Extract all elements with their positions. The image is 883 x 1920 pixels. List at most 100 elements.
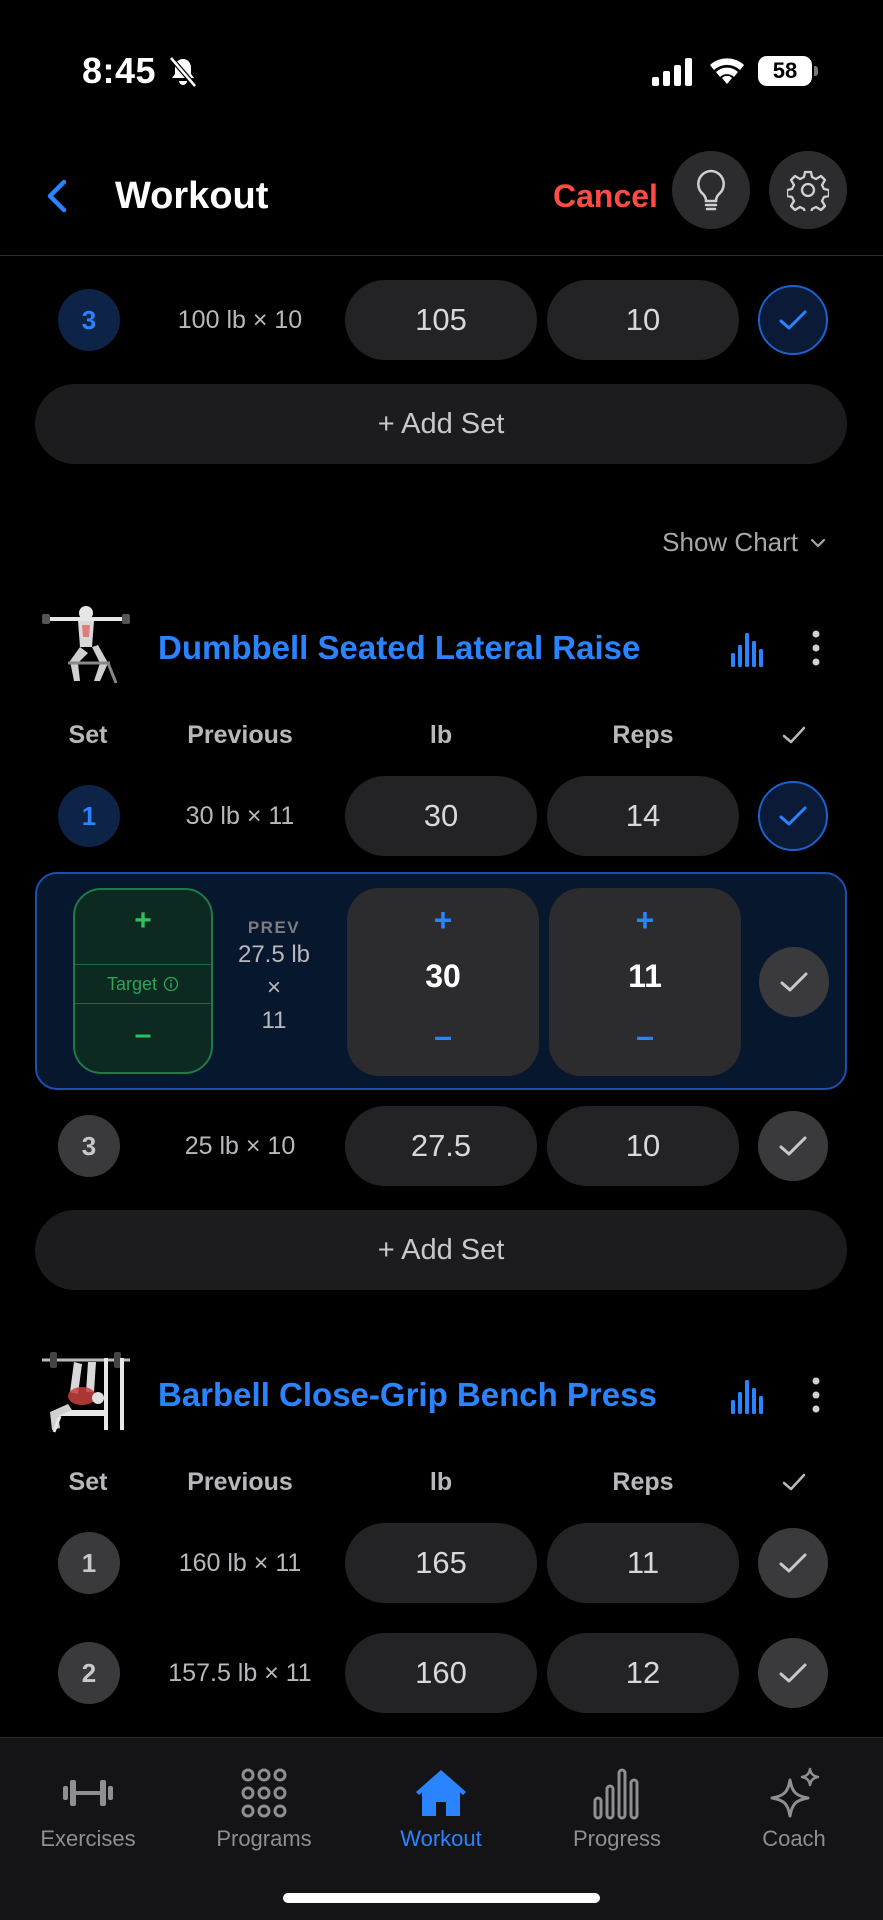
weight-input[interactable]: 30 [345,776,537,856]
reps-value[interactable]: 11 [549,958,741,995]
exercise-chart-icon[interactable] [730,1376,764,1414]
weight-decrease-button[interactable]: – [347,1018,539,1055]
reps-input[interactable]: 12 [547,1633,739,1713]
checkmark-icon [779,1136,807,1156]
tab-workout[interactable]: Workout [353,1766,529,1876]
weight-input[interactable]: 160 [345,1633,537,1713]
home-indicator [283,1893,600,1903]
col-previous: Previous [187,1468,293,1496]
col-check [780,710,808,760]
checkmark-icon [779,1663,807,1683]
weight-input[interactable]: 165 [345,1523,537,1603]
tab-label: Programs [216,1826,312,1851]
exercise-name-link[interactable]: Barbell Close-Grip Bench Press [158,1340,657,1450]
lightbulb-icon [697,169,725,211]
reps-increase-button[interactable]: + [549,902,741,939]
set-number[interactable]: 3 [58,1115,120,1177]
lateral-raise-illustration[interactable] [38,601,134,697]
tab-bar: Exercises Programs Workout Progress Coac… [0,1737,883,1920]
set-row: 3 100 lb × 10 105 10 [0,280,883,360]
reps-input[interactable]: 10 [547,280,739,360]
set-row: 1 30 lb × 11 30 14 [0,776,883,856]
weight-input[interactable]: 27.5 [345,1106,537,1186]
battery-indicator: 58 [758,56,818,86]
status-bar: 8:45 58 [0,0,883,140]
back-chevron-icon[interactable] [40,168,76,224]
prev-caption: PREV [247,918,301,937]
complete-set-button[interactable] [758,285,828,355]
column-headers: Set Previous lb Reps [0,710,883,760]
set-row: 3 25 lb × 10 27.5 10 [0,1106,883,1186]
col-set: Set [68,1468,108,1496]
weight-value[interactable]: 30 [347,958,539,995]
tab-exercises[interactable]: Exercises [0,1766,176,1876]
tab-label: Coach [762,1826,826,1851]
tips-button[interactable] [672,151,750,229]
battery-level: 58 [758,56,812,86]
show-chart-toggle[interactable]: Show Chart [662,527,826,558]
tab-programs[interactable]: Programs [176,1766,352,1876]
battery-tip [814,66,818,76]
prev-times: × [266,974,281,1001]
weight-increase-button[interactable]: + [347,902,539,939]
workout-content[interactable]: 3 100 lb × 10 105 10 + Add Set Show Char… [0,257,883,1737]
previous-value: 100 lb × 10 [177,306,303,334]
exercise-chart-icon[interactable] [730,629,764,667]
target-increase-button[interactable]: + [75,904,211,938]
checkmark-icon [779,310,807,330]
previous-value: 30 lb × 11 [185,802,295,830]
col-reps: Reps [612,721,674,749]
tab-progress[interactable]: Progress [529,1766,705,1876]
show-chart-label: Show Chart [662,527,798,557]
target-label-row[interactable]: Target [75,964,211,1004]
set-number[interactable]: 2 [58,1642,120,1704]
checkmark-icon [782,1473,806,1491]
bell-slash-icon [169,56,197,88]
reps-input[interactable]: 11 [547,1523,739,1603]
set-number[interactable]: 1 [58,785,120,847]
exercise-header: Barbell Close-Grip Bench Press [0,1340,883,1450]
complete-set-button[interactable] [758,1528,828,1598]
add-set-button[interactable]: + Add Set [35,384,847,464]
dumbbell-icon [63,1780,113,1806]
prev-weight: 27.5 lb [237,941,311,968]
complete-set-button[interactable] [758,781,828,851]
add-set-button[interactable]: + Add Set [35,1210,847,1290]
more-options-icon[interactable] [803,1374,829,1416]
exercise-header: Dumbbell Seated Lateral Raise [0,593,883,703]
set-number[interactable]: 3 [58,289,120,351]
exercise-name-link[interactable]: Dumbbell Seated Lateral Raise [158,593,640,703]
reps-stepper: + 11 – [549,888,741,1076]
complete-set-button[interactable] [759,947,829,1017]
bench-press-illustration[interactable] [38,1348,134,1444]
reps-decrease-button[interactable]: – [549,1018,741,1055]
col-reps: Reps [612,1468,674,1496]
target-decrease-button[interactable]: – [75,1018,211,1052]
checkmark-icon [779,1553,807,1573]
tab-coach[interactable]: Coach [706,1766,882,1876]
home-icon [416,1770,466,1816]
nav-header: Workout Cancel [0,140,883,256]
col-check [780,1457,808,1507]
weight-stepper: + 30 – [347,888,539,1076]
gear-icon [787,170,829,211]
previous-value: 25 lb × 10 [184,1132,296,1160]
complete-set-button[interactable] [758,1638,828,1708]
settings-button[interactable] [769,151,847,229]
active-set-editor: + Target – PREV 27.5 lb × 11 + 30 – + 11… [35,872,847,1090]
set-number[interactable]: 1 [58,1532,120,1594]
previous-value: 160 lb × 11 [178,1549,302,1577]
reps-input[interactable]: 14 [547,776,739,856]
tab-label: Workout [400,1826,482,1851]
set-row: 2 157.5 lb × 11 160 12 [0,1633,883,1713]
grid-dots-icon [241,1768,287,1818]
cancel-button[interactable]: Cancel [553,168,658,224]
bar-chart-icon [593,1768,639,1820]
more-options-icon[interactable] [803,627,829,669]
weight-input[interactable]: 105 [345,280,537,360]
reps-input[interactable]: 10 [547,1106,739,1186]
col-set: Set [68,721,108,749]
col-previous: Previous [187,721,293,749]
prev-reps: 11 [261,1007,287,1034]
complete-set-button[interactable] [758,1111,828,1181]
